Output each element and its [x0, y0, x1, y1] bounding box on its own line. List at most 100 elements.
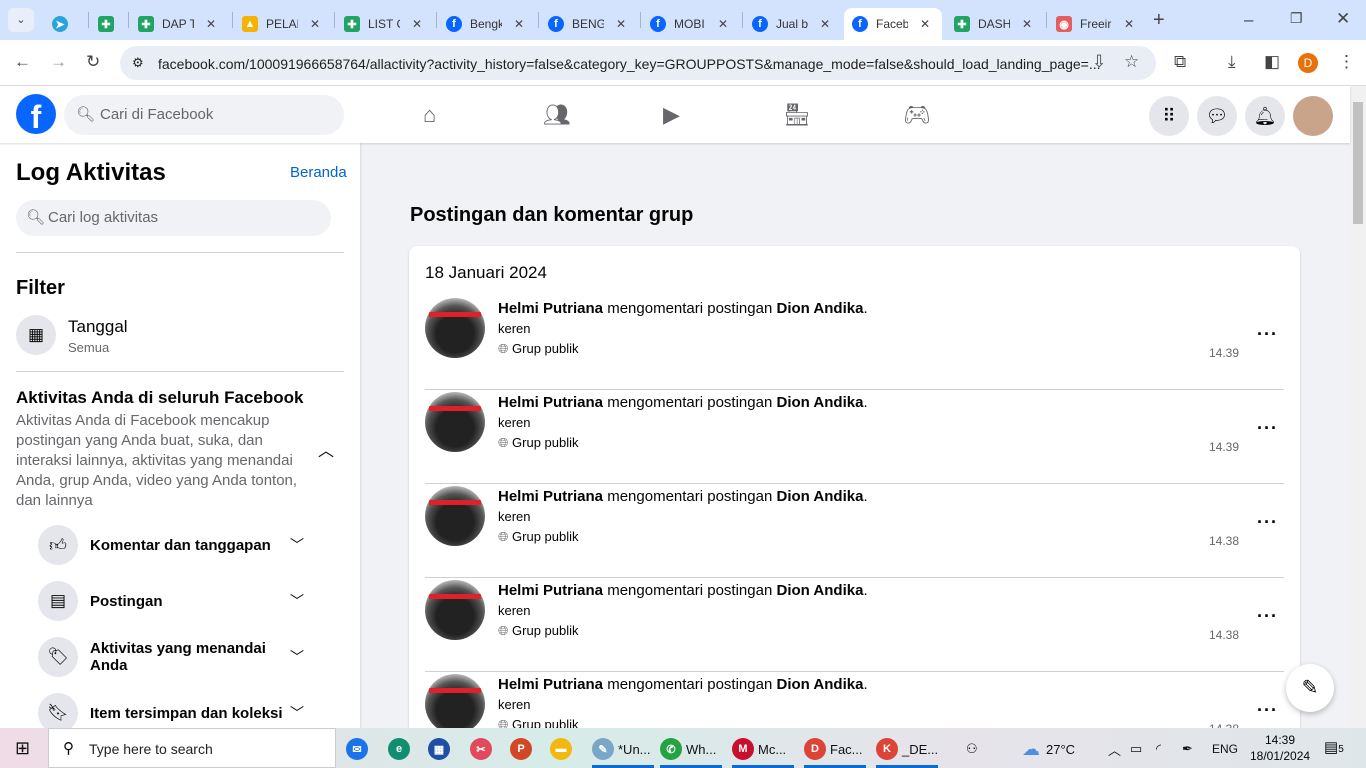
chevron-down-icon[interactable]: ﹀ — [290, 703, 304, 723]
close-tab-icon[interactable]: ✕ — [206, 17, 216, 31]
more-options-icon[interactable]: ··· — [1257, 512, 1278, 533]
home-nav-icon[interactable]: ⌂ — [423, 102, 436, 128]
browser-tab[interactable]: f MOBI ✕ — [642, 8, 740, 40]
taskbar-app[interactable]: K _DE... — [876, 738, 938, 760]
close-tab-icon[interactable]: ✕ — [920, 17, 930, 31]
taskbar-app[interactable]: M Mc... — [732, 738, 786, 760]
taskbar-app[interactable]: D Fac... — [804, 738, 863, 760]
account-avatar[interactable] — [1293, 96, 1333, 136]
browser-tab[interactable]: ▲ PELAF ✕ — [234, 8, 332, 40]
notification-center-icon[interactable]: ▤5 — [1324, 738, 1344, 756]
pen-icon[interactable]: ✒ — [1182, 738, 1193, 760]
taskbar-app[interactable]: ▬ — [550, 738, 576, 760]
home-link[interactable]: Beranda — [290, 164, 347, 181]
language-indicator[interactable]: ENG — [1212, 738, 1238, 760]
browser-tab[interactable]: ◉ Freeir ✕ — [1048, 8, 1146, 40]
more-options-icon[interactable]: ··· — [1257, 418, 1278, 439]
sidebar-item-post[interactable]: ▤ Postingan ﹀ — [38, 581, 318, 621]
friends-nav-icon[interactable]: 👥︎ — [543, 102, 571, 128]
messenger-icon[interactable]: 💬︎ — [1197, 96, 1237, 136]
chevron-down-icon[interactable]: ﹀ — [290, 647, 304, 667]
browser-menu-icon[interactable]: ⋮ — [1338, 52, 1355, 72]
close-tab-icon[interactable]: ✕ — [1022, 17, 1032, 31]
taskbar-app[interactable]: ✂ — [470, 738, 496, 760]
windows-start-icon[interactable]: ⊞ — [15, 738, 30, 759]
browser-tab[interactable]: ➤ — [44, 8, 84, 40]
taskbar-app[interactable]: e — [388, 738, 414, 760]
target-name[interactable]: Dion Andika — [776, 676, 863, 693]
sidebar-item-tag[interactable]: 🏷︎ Aktivitas yang menandai Anda ﹀ — [38, 637, 318, 677]
close-tab-icon[interactable]: ✕ — [718, 17, 728, 31]
browser-tab[interactable]: f BENG ✕ — [540, 8, 638, 40]
taskbar-app[interactable]: P — [510, 738, 536, 760]
reload-button[interactable]: ↻ — [86, 52, 100, 72]
close-tab-icon[interactable]: ✕ — [1124, 17, 1134, 31]
gaming-nav-icon[interactable]: 🎮︎ — [903, 102, 931, 128]
browser-tab[interactable]: ✚ — [90, 8, 130, 40]
browser-tab[interactable]: f Bengk ✕ — [438, 8, 536, 40]
more-options-icon[interactable]: ··· — [1257, 324, 1278, 345]
facebook-search-input[interactable]: 🔍︎ Cari di Facebook — [64, 95, 344, 135]
page-scrollbar[interactable] — [1350, 86, 1366, 728]
facebook-logo[interactable]: f — [16, 94, 56, 134]
close-tab-icon[interactable]: ✕ — [616, 17, 626, 31]
more-options-icon[interactable]: ··· — [1257, 700, 1278, 721]
browser-tab[interactable]: f Jual b ✕ — [744, 8, 842, 40]
scrollbar-thumb[interactable] — [1353, 102, 1363, 224]
collapse-chevron-icon[interactable]: ︿ — [318, 437, 334, 461]
sidebar-item-thumbs-up[interactable]: 👍︎ Komentar dan tanggapan ﹀ — [38, 525, 318, 565]
forward-button[interactable]: → — [50, 52, 67, 72]
activity-search-input[interactable]: 🔍︎ Cari log aktivitas — [16, 200, 331, 236]
date-filter[interactable]: ▦ Tanggal Semua — [16, 315, 336, 359]
compose-button[interactable]: ✎ — [1286, 664, 1334, 712]
chevron-down-icon[interactable]: ﹀ — [290, 535, 304, 555]
clock[interactable]: 14:39 18/01/2024 — [1250, 732, 1310, 764]
tab-search-button[interactable]: ⌄ — [8, 8, 34, 32]
browser-tab[interactable]: ✚ DAP T ✕ — [130, 8, 228, 40]
target-name[interactable]: Dion Andika — [776, 488, 863, 505]
install-app-icon[interactable]: ⇩ — [1092, 52, 1106, 72]
taskbar-search-input[interactable]: ⚲ Type here to search — [48, 728, 336, 768]
actor-name[interactable]: Helmi Putriana — [498, 676, 603, 693]
target-name[interactable]: Dion Andika — [776, 394, 863, 411]
battery-icon[interactable]: ▭ — [1130, 738, 1142, 760]
video-nav-icon[interactable]: ▶ — [663, 102, 680, 128]
restore-button[interactable]: ❐ — [1290, 10, 1303, 27]
browser-tab[interactable]: ✚ LIST G ✕ — [336, 8, 434, 40]
extensions-icon[interactable]: ⧉ — [1174, 52, 1186, 72]
wifi-icon[interactable]: ◜ — [1156, 738, 1161, 760]
activity-item[interactable]: Helmi Putriana mengomentari postingan Di… — [425, 578, 1284, 672]
close-tab-icon[interactable]: ✕ — [820, 17, 830, 31]
actor-name[interactable]: Helmi Putriana — [498, 582, 603, 599]
taskbar-app[interactable]: ✉ — [346, 738, 372, 760]
close-tab-icon[interactable]: ✕ — [514, 17, 524, 31]
side-panel-icon[interactable]: ◧ — [1264, 52, 1280, 72]
activity-item[interactable]: Helmi Putriana mengomentari postingan Di… — [425, 296, 1284, 390]
browser-tab[interactable]: f Faceb ✕ — [844, 8, 942, 40]
menu-grid-icon[interactable]: ⠿ — [1149, 96, 1189, 136]
url-input[interactable]: ⚙ facebook.com/100091966658764/allactivit… — [120, 46, 1156, 80]
sidebar-item-bookmark[interactable]: 🔖︎ Item tersimpan dan koleksi ﹀ — [38, 693, 318, 728]
target-name[interactable]: Dion Andika — [776, 300, 863, 317]
actor-name[interactable]: Helmi Putriana — [498, 394, 603, 411]
minimize-button[interactable]: – — [1244, 10, 1253, 30]
profile-avatar[interactable]: D — [1298, 53, 1318, 73]
activity-item[interactable]: Helmi Putriana mengomentari postingan Di… — [425, 390, 1284, 484]
chevron-down-icon[interactable]: ﹀ — [290, 591, 304, 611]
weather-widget[interactable]: ☁ 27°C — [1022, 738, 1075, 760]
notifications-bell-icon[interactable]: 🔔︎ — [1245, 96, 1285, 136]
bookmark-star-icon[interactable]: ☆ — [1124, 52, 1139, 72]
new-tab-button[interactable]: + — [1153, 9, 1165, 32]
tray-expand-icon[interactable]: ︿ — [1108, 738, 1121, 760]
browser-tab[interactable]: ✚ DASH ✕ — [946, 8, 1044, 40]
target-name[interactable]: Dion Andika — [776, 582, 863, 599]
marketplace-nav-icon[interactable]: 🏪︎ — [783, 102, 811, 128]
site-info-icon[interactable]: ⚙ — [132, 55, 144, 71]
actor-name[interactable]: Helmi Putriana — [498, 488, 603, 505]
activity-item[interactable]: Helmi Putriana mengomentari postingan Di… — [425, 484, 1284, 578]
taskbar-app[interactable]: ✎ *Un... — [592, 738, 651, 760]
close-window-button[interactable]: ✕ — [1336, 9, 1350, 29]
taskbar-app[interactable]: ▦ — [428, 738, 454, 760]
close-tab-icon[interactable]: ✕ — [412, 17, 422, 31]
close-tab-icon[interactable]: ✕ — [310, 17, 320, 31]
